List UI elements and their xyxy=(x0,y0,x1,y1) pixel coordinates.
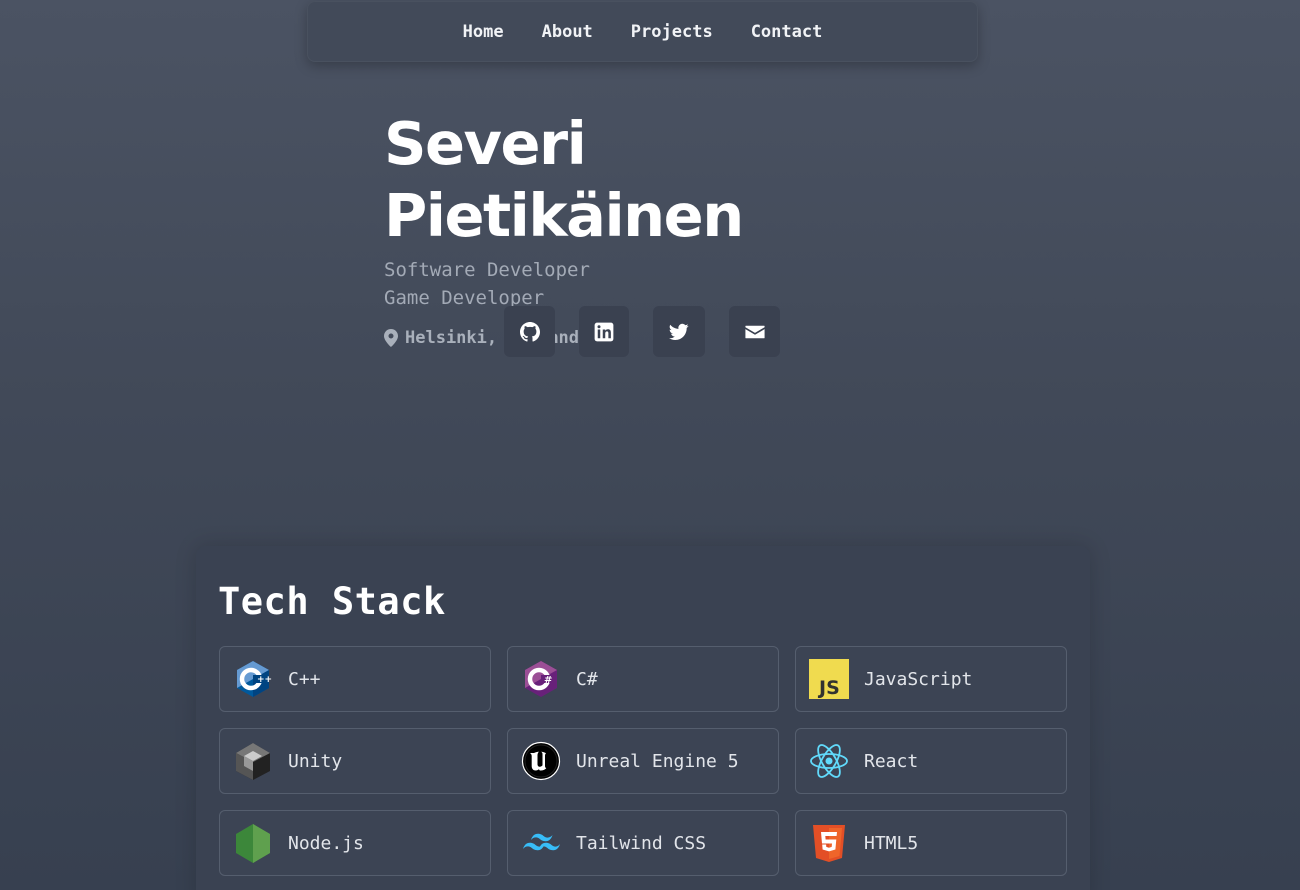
envelope-icon xyxy=(744,325,765,338)
linkedin-button[interactable] xyxy=(579,306,629,357)
map-pin-icon xyxy=(384,329,398,347)
twitter-icon xyxy=(669,323,689,340)
roles: Software Developer Game Developer xyxy=(384,256,944,312)
tech-card-tailwind: Tailwind CSS xyxy=(507,810,779,876)
nav-projects[interactable]: Projects xyxy=(631,22,713,42)
tech-card-unreal: Unreal Engine 5 xyxy=(507,728,779,794)
email-button[interactable] xyxy=(729,306,780,357)
svg-text:#: # xyxy=(544,675,552,686)
tech-card-html5: HTML5 xyxy=(795,810,1067,876)
linkedin-icon xyxy=(594,322,614,341)
tailwind-icon xyxy=(523,833,560,851)
svg-text:++: ++ xyxy=(257,675,272,685)
nav-contact[interactable]: Contact xyxy=(751,22,823,42)
tech-label: C++ xyxy=(288,668,321,690)
tech-label: Unity xyxy=(288,750,343,772)
tech-grid: ++ C++ # C# JS JavaScript Unity Unreal E… xyxy=(219,646,1067,876)
html5-icon xyxy=(813,825,845,862)
svg-text:JS: JS xyxy=(817,677,840,699)
top-nav: Home About Projects Contact xyxy=(307,1,978,62)
tech-label: HTML5 xyxy=(864,832,919,854)
cplusplus-icon: ++ xyxy=(237,661,272,697)
tech-label: Tailwind CSS xyxy=(576,832,707,854)
tech-label: Node.js xyxy=(288,832,364,854)
github-icon xyxy=(519,321,540,342)
csharp-icon: # xyxy=(525,661,557,697)
tech-label: React xyxy=(864,750,919,772)
social-links xyxy=(504,306,780,357)
nodejs-icon xyxy=(236,824,270,863)
react-icon xyxy=(810,744,848,778)
tech-card-react: React xyxy=(795,728,1067,794)
tech-card-csharp: # C# xyxy=(507,646,779,712)
tech-label: JavaScript xyxy=(864,668,973,690)
role-software: Software Developer xyxy=(384,259,590,281)
twitter-button[interactable] xyxy=(653,306,705,357)
unity-icon xyxy=(236,743,270,780)
unreal-engine-icon xyxy=(521,741,561,781)
javascript-icon: JS xyxy=(809,659,849,699)
tech-card-nodejs: Node.js xyxy=(219,810,491,876)
tech-stack-section: Tech Stack ++ C++ # C# JS JavaScript Uni… xyxy=(196,546,1090,890)
tech-card-cplusplus: ++ C++ xyxy=(219,646,491,712)
tech-stack-title: Tech Stack xyxy=(218,580,446,623)
nav-home[interactable]: Home xyxy=(463,22,504,42)
tech-label: C# xyxy=(576,668,598,690)
nav-about[interactable]: About xyxy=(542,22,593,42)
tech-label: Unreal Engine 5 xyxy=(576,750,739,772)
github-button[interactable] xyxy=(504,306,555,357)
page-title: Severi Pietikäinen xyxy=(384,109,744,250)
tech-card-javascript: JS JavaScript xyxy=(795,646,1067,712)
tech-card-unity: Unity xyxy=(219,728,491,794)
